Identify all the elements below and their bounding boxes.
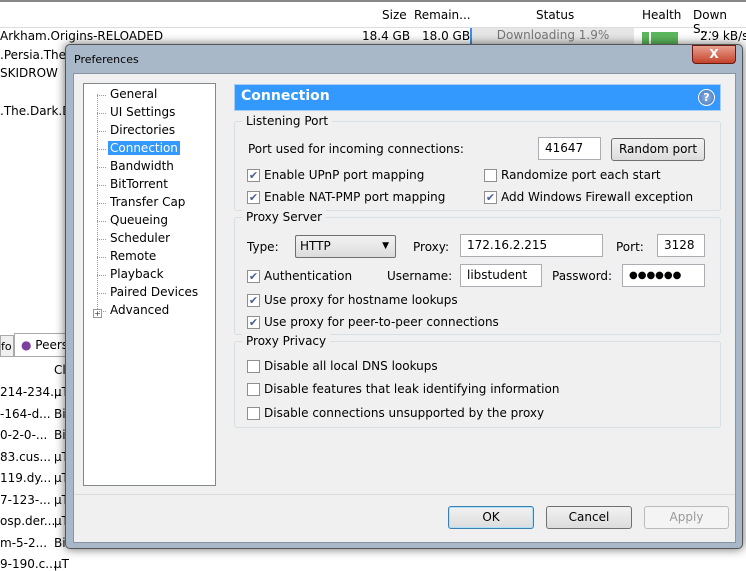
- listening-port-group: Listening Port Port used for incoming co…: [234, 114, 721, 211]
- peer-host: 0-2-0-...: [0, 428, 48, 442]
- tree-item-directories[interactable]: Directories: [96, 123, 177, 137]
- password-input[interactable]: ●●●●●●: [622, 264, 705, 287]
- help-icon[interactable]: ?: [698, 89, 715, 106]
- tab-peers-label: Peers: [35, 338, 69, 352]
- password-label: Password:: [552, 269, 613, 283]
- p2p-proxy-checkbox[interactable]: ✔: [247, 316, 260, 329]
- col-status[interactable]: Status: [536, 8, 574, 22]
- dns-lookups-checkbox[interactable]: [247, 360, 260, 373]
- ok-button[interactable]: OK: [448, 506, 534, 529]
- col-size[interactable]: Size: [382, 8, 407, 22]
- hostname-lookups-checkbox[interactable]: ✔: [247, 294, 260, 307]
- tree-item-playback[interactable]: Playback: [97, 267, 166, 281]
- proxy-port-input[interactable]: 3128: [657, 234, 705, 257]
- tree-item-remote[interactable]: Remote: [96, 249, 158, 263]
- peer-client: Bi: [54, 535, 66, 550]
- col-client: Cl: [54, 363, 66, 377]
- peer-host: 119.dy...: [0, 471, 52, 485]
- peer-client: µT: [54, 557, 69, 571]
- proxy-type-select[interactable]: HTTP ▼: [295, 235, 396, 258]
- group-label: Listening Port: [242, 114, 333, 128]
- peer-host: m-5-2...: [0, 535, 48, 550]
- close-button[interactable]: X: [692, 45, 736, 64]
- tree-item-general[interactable]: General: [96, 87, 159, 101]
- username-label: Username:: [387, 269, 453, 283]
- random-port-button[interactable]: Random port: [611, 138, 705, 161]
- upnp-checkbox[interactable]: ✔: [247, 169, 260, 182]
- health-bars-icon: [642, 32, 678, 44]
- tree-item-ui-settings[interactable]: UI Settings: [96, 105, 177, 119]
- torrent-name: Arkham.Origins-RELOADED: [0, 29, 164, 43]
- peer-client: Bi: [54, 406, 66, 421]
- tree-item-queueing[interactable]: Queueing: [97, 213, 170, 227]
- group-label: Proxy Privacy: [242, 334, 331, 348]
- leak-features-checkbox[interactable]: [247, 383, 260, 396]
- tree-item-paired-devices[interactable]: Paired Devices: [96, 285, 200, 299]
- torrent-name[interactable]: SKIDROW: [0, 66, 58, 80]
- proxy-privacy-group: Proxy Privacy Disable all local DNS look…: [234, 334, 721, 428]
- tree-item-transfer-cap[interactable]: Transfer Cap: [96, 195, 187, 209]
- unsupported-connections-checkbox[interactable]: [247, 407, 260, 420]
- leak-features-label: Disable features that leak identifying i…: [264, 382, 560, 396]
- randomize-port-label: Randomize port each start: [501, 168, 661, 182]
- chevron-down-icon: ▼: [382, 241, 389, 251]
- col-health[interactable]: Health: [642, 8, 681, 22]
- peer-client: Bi: [54, 428, 66, 442]
- peer-host: 83.cus...: [0, 449, 51, 464]
- divider: [74, 494, 735, 495]
- torrent-list-header: Size Remain... Status Health Down S...: [0, 0, 746, 36]
- peers-panel: fo ● Peers Cl 214-234... µT -164-d... Bi 0-2…: [0, 333, 74, 571]
- dialog-body: + General UI Settings Directories Connectio…: [73, 73, 736, 543]
- section-title: Connection: [241, 88, 330, 104]
- torrent-remaining: 18.0 GB: [422, 29, 471, 43]
- preferences-dialog: Preferences X + General UI Settings Direct…: [65, 44, 743, 549]
- dialog-title: Preferences: [74, 53, 139, 66]
- peer-host: -164-d...: [0, 406, 51, 421]
- cancel-button[interactable]: Cancel: [546, 506, 632, 529]
- apply-button[interactable]: Apply: [644, 506, 729, 529]
- tree-item-scheduler[interactable]: Scheduler: [96, 231, 172, 245]
- category-tree: + General UI Settings Directories Connectio…: [83, 83, 216, 486]
- proxy-port-label: Port:: [616, 240, 644, 254]
- unsupported-connections-label: Disable connections unsupported by the p…: [264, 406, 545, 420]
- authentication-checkbox[interactable]: ✔: [247, 270, 260, 283]
- hostname-lookups-label: Use proxy for hostname lookups: [264, 293, 458, 307]
- tree-line: [97, 94, 98, 317]
- torrent-down-speed: 2.9 kB/s: [700, 29, 746, 43]
- firewall-label: Add Windows Firewall exception: [501, 190, 694, 204]
- peers-icon: ●: [21, 338, 36, 352]
- tree-item-bandwidth[interactable]: Bandwidth: [97, 159, 176, 173]
- group-label: Proxy Server: [242, 210, 327, 224]
- firewall-checkbox[interactable]: ✔: [484, 191, 497, 204]
- proxy-server-group: Proxy Server Type: HTTP ▼ Proxy: 172.16.2…: [234, 210, 721, 335]
- col-remaining[interactable]: Remain...: [414, 8, 471, 22]
- peer-host: 9-190.c...: [0, 557, 57, 571]
- dns-lookups-label: Disable all local DNS lookups: [264, 359, 438, 373]
- port-label: Port used for incoming connections:: [248, 142, 464, 156]
- upnp-label: Enable UPnP port mapping: [264, 168, 425, 182]
- port-input[interactable]: 41647: [538, 137, 601, 160]
- tree-item-advanced[interactable]: Advanced: [96, 303, 171, 317]
- peer-host: 7-123-...: [0, 492, 51, 507]
- natpmp-checkbox[interactable]: ✔: [247, 191, 260, 204]
- tab-info[interactable]: fo: [0, 335, 14, 357]
- username-input[interactable]: libstudent: [460, 264, 542, 287]
- p2p-proxy-label: Use proxy for peer-to-peer connections: [264, 315, 499, 329]
- peer-host: osp.der...: [0, 514, 56, 528]
- type-label: Type:: [247, 240, 279, 254]
- tree-item-connection[interactable]: Connection: [97, 141, 180, 155]
- torrent-status: Downloading 1.9%: [470, 28, 634, 44]
- proxy-type-value: HTTP: [300, 239, 331, 253]
- authentication-label: Authentication: [264, 269, 353, 283]
- natpmp-label: Enable NAT-PMP port mapping: [264, 190, 446, 204]
- proxy-label: Proxy:: [413, 240, 450, 254]
- peer-host: 214-234...: [0, 385, 62, 399]
- torrent-size: 18.4 GB: [362, 29, 411, 43]
- tree-item-bittorrent[interactable]: BitTorrent: [97, 177, 170, 191]
- proxy-host-input[interactable]: 172.16.2.215: [460, 234, 603, 257]
- section-header: Connection ?: [234, 84, 721, 111]
- randomize-port-checkbox[interactable]: [484, 169, 497, 182]
